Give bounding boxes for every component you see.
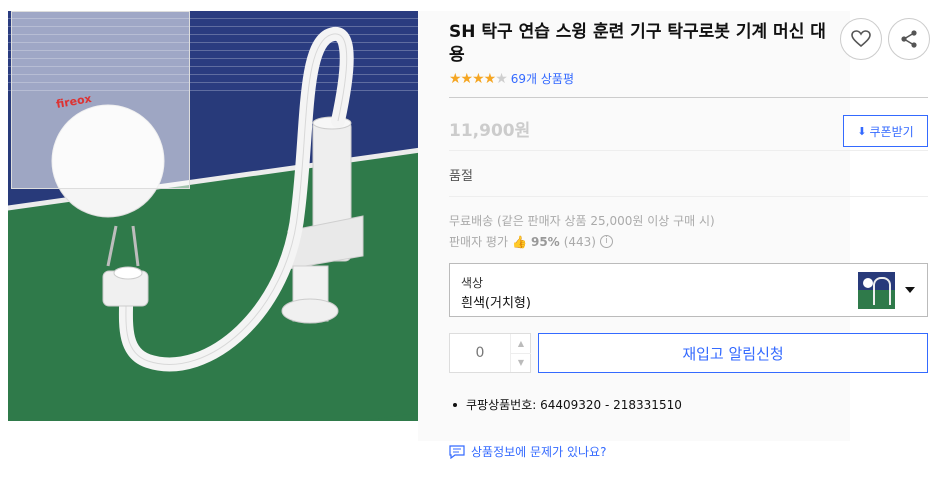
review-count-link[interactable]: 69개 상품평	[511, 70, 574, 87]
quantity-decrease-button[interactable]: ▼	[510, 353, 531, 372]
divider	[449, 97, 928, 98]
divider	[449, 196, 928, 197]
coupon-label: 쿠폰받기	[869, 124, 914, 139]
seller-rating-count: (443)	[563, 234, 596, 249]
info-icon[interactable]: i	[599, 235, 613, 248]
restock-notify-button[interactable]: 재입고 알림신청	[538, 333, 928, 373]
quantity-value[interactable]: 0	[450, 334, 510, 372]
option-label: 색상	[461, 276, 484, 290]
product-number: 쿠팡상품번호: 64409320 - 218331510	[453, 396, 682, 413]
quantity-stepper[interactable]: 0 ▲ ▼	[449, 333, 531, 373]
quantity-increase-button[interactable]: ▲	[510, 334, 531, 354]
message-icon	[449, 444, 465, 459]
thumbs-up-icon: 👍	[512, 234, 527, 249]
seller-rating: 판매자 평가 👍 95% (443) i	[449, 233, 613, 250]
color-option-select[interactable]: 색상 흰색(거치형)	[449, 263, 928, 317]
seller-rating-pct: 95%	[530, 234, 560, 249]
star-rating: ★★★★★	[449, 70, 508, 87]
heart-icon	[851, 30, 871, 48]
zoom-lens[interactable]	[11, 11, 190, 189]
rating-row: ★★★★★ 69개 상품평	[449, 70, 574, 87]
product-image[interactable]: fireox	[8, 11, 418, 421]
product-title: SH 탁구 연습 스윙 훈련 기구 탁구로봇 기계 머신 대용	[449, 22, 826, 65]
bullet	[453, 402, 457, 407]
report-issue-text: 상품정보에 문제가 있나요?	[471, 445, 607, 459]
download-icon: ⬇	[857, 124, 867, 138]
stock-status: 품절	[449, 169, 473, 184]
option-value: 흰색(거치형)	[461, 296, 531, 311]
wishlist-button[interactable]	[840, 18, 882, 60]
seller-rating-label: 판매자 평가	[449, 235, 509, 249]
chevron-down-icon	[905, 287, 915, 293]
share-icon	[901, 30, 917, 48]
shipping-info: 무료배송 (같은 판매자 상품 25,000원 이상 구매 시)	[449, 214, 715, 228]
divider	[449, 150, 928, 151]
option-thumbnail	[858, 272, 895, 309]
report-issue-link[interactable]: 상품정보에 문제가 있나요?	[449, 443, 606, 460]
coupon-button[interactable]: ⬇ 쿠폰받기	[843, 115, 928, 147]
price: 11,900원	[449, 121, 531, 141]
share-button[interactable]	[888, 18, 930, 60]
product-number-text: 쿠팡상품번호: 64409320 - 218331510	[466, 398, 682, 412]
